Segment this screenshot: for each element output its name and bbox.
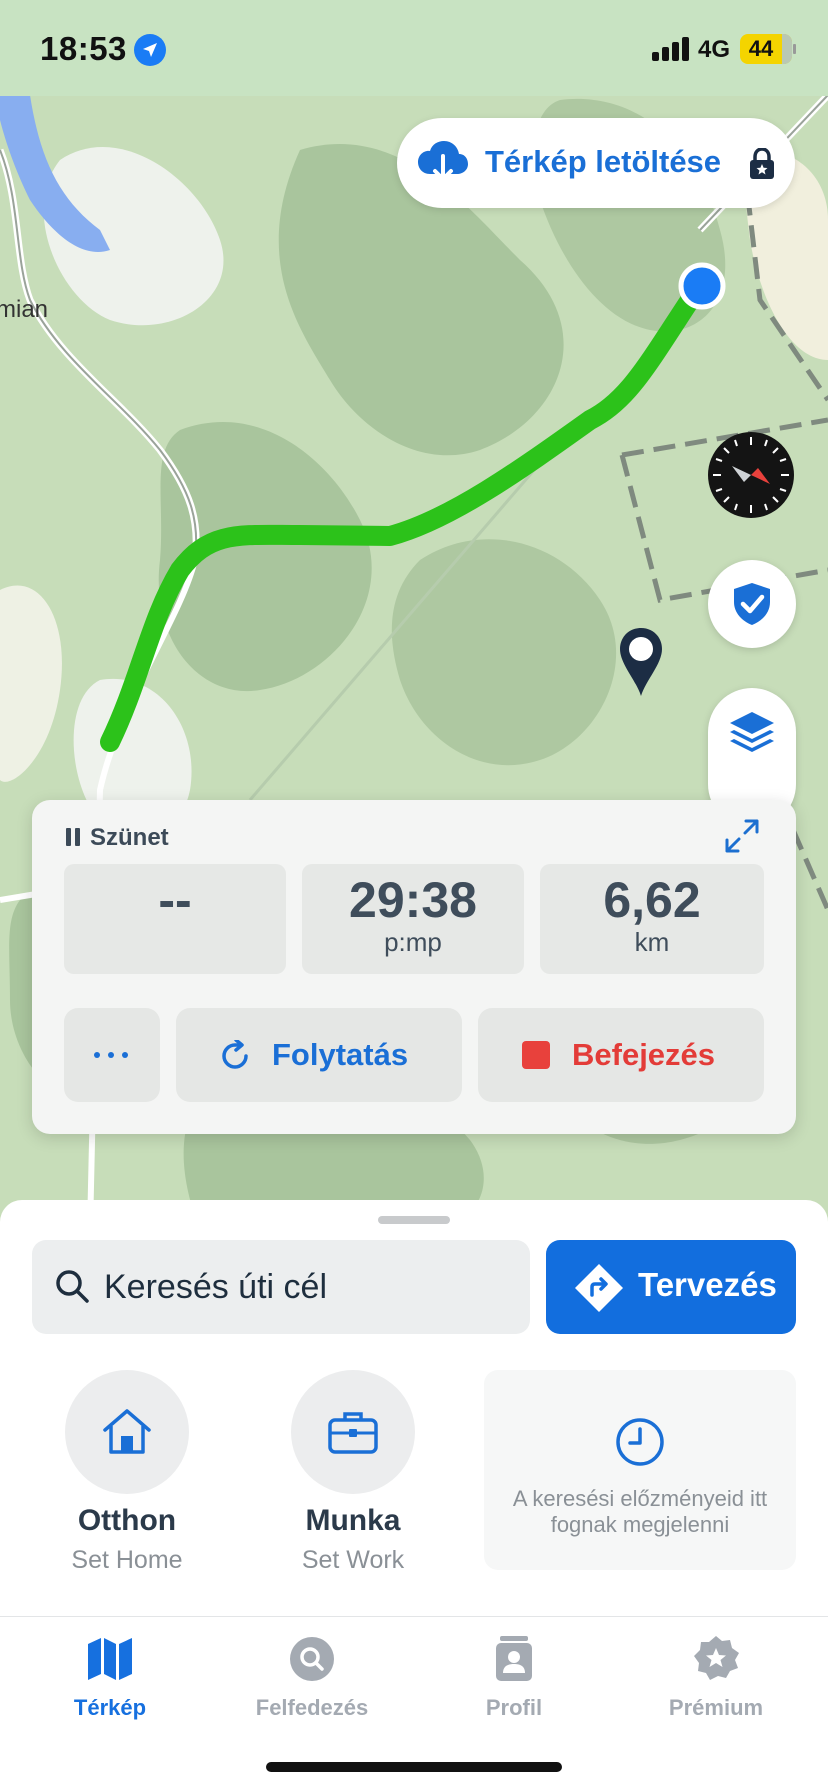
stat-pace: -- [64,864,286,974]
premium-star-icon [694,1636,739,1680]
battery-level: 44 [748,36,774,61]
cloud-download-icon [417,140,469,191]
stat-duration-unit: p:mp [384,927,442,957]
network-type: 4G [698,36,731,63]
tab-explore[interactable]: Felfedezés [212,1633,412,1721]
shortcut-work[interactable]: Munka Set Work [268,1370,438,1575]
search-input[interactable] [104,1260,514,1314]
resume-button[interactable]: Folytatás [176,1008,462,1102]
plan-route-label: Tervezés [638,1266,777,1303]
shortcut-work-subtitle: Set Work [301,1546,405,1574]
home-indicator [266,1762,562,1772]
search-history-placeholder: A keresési előzményeid itt fognak megjel… [484,1370,796,1570]
search-history-text: A keresési előzményeid itt fognak megjel… [512,1486,768,1537]
location-arrow-icon [134,34,166,66]
compass-button[interactable] [708,432,794,518]
finish-button[interactable]: Befejezés [478,1008,764,1102]
status-bar: 18:53 4G 44 [0,0,828,96]
bottom-sheet: Tervezés Otthon Set Home Munka Set Work [0,1200,828,1618]
directions-icon [575,1264,623,1312]
stat-distance: 6,62 km [540,864,764,974]
explore-icon [290,1637,334,1681]
tab-map-label: Térkép [73,1695,147,1720]
stat-distance-unit: km [634,927,670,957]
pause-status: Szünet [66,824,169,852]
refresh-icon [222,1040,248,1069]
tab-premium-label: Prémium [668,1695,764,1720]
pause-status-label: Szünet [90,824,169,851]
briefcase-icon [328,1412,378,1454]
current-position-marker [678,262,726,310]
tab-map[interactable]: Térkép [10,1633,210,1721]
stat-pace-value: -- [158,872,192,928]
plan-route-button[interactable]: Tervezés [546,1240,796,1334]
clock-icon [616,1418,664,1466]
shield-check-icon [734,583,770,625]
resume-label: Folytatás [272,1037,409,1072]
sheet-grabber[interactable] [378,1216,450,1224]
map-place-label: mian [0,296,49,323]
expand-icon[interactable] [724,818,760,859]
shortcut-home[interactable]: Otthon Set Home [42,1370,212,1575]
status-time: 18:53 [40,30,127,67]
lock-icon [749,147,775,185]
download-map-label: Térkép letöltése [485,144,722,179]
stat-duration: 29:38 p:mp [302,864,524,974]
tab-profile-label: Profil [485,1695,543,1720]
tab-explore-label: Felfedezés [255,1695,369,1720]
shortcut-work-title: Munka [305,1504,401,1537]
map-icon [88,1638,132,1680]
tab-profile[interactable]: Profil [414,1633,614,1721]
compass-icon [713,437,789,513]
finish-label: Befejezés [572,1037,716,1072]
tab-premium[interactable]: Prémium [616,1633,816,1721]
download-map-button[interactable]: Térkép letöltése [397,118,795,208]
shortcut-home-title: Otthon [77,1504,177,1537]
layers-icon [730,712,774,752]
stop-square-icon [522,1041,550,1069]
more-options-button[interactable] [64,1008,160,1102]
stat-distance-value: 6,62 [603,872,701,928]
battery-icon: 44 [740,34,792,64]
stat-duration-value: 29:38 [349,872,477,928]
search-icon [56,1270,89,1303]
cellular-signal-icon [652,37,690,61]
search-box[interactable] [32,1240,530,1334]
home-icon [103,1409,151,1454]
tracking-card: Szünet -- 29:38 p:mp 6,62 km Folytatás B… [32,800,796,1134]
safety-shield-button[interactable] [708,560,796,648]
profile-icon [496,1636,532,1681]
shortcut-home-subtitle: Set Home [71,1546,183,1574]
pause-icon [66,828,80,846]
